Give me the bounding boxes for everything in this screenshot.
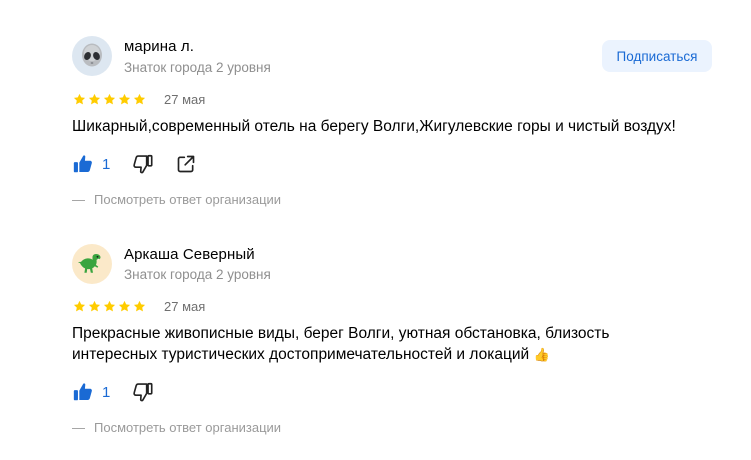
star-icon bbox=[73, 93, 86, 105]
rating-stars bbox=[73, 93, 146, 106]
star-icon bbox=[118, 300, 131, 312]
review-date: 27 мая bbox=[164, 92, 206, 107]
star-icon bbox=[88, 93, 101, 105]
star-icon bbox=[133, 93, 146, 105]
star-icon bbox=[103, 93, 116, 105]
author-level: Знаток города 2 уровня bbox=[124, 60, 271, 75]
thumbs-down-icon bbox=[133, 154, 153, 174]
review-actions: 1 bbox=[72, 153, 196, 175]
dash-divider: — bbox=[72, 192, 85, 207]
author-name[interactable]: марина л. bbox=[124, 38, 194, 55]
avatar[interactable] bbox=[72, 244, 112, 284]
share-icon bbox=[178, 155, 195, 173]
org-reply-link[interactable]: — Посмотреть ответ организации bbox=[72, 420, 281, 435]
star-icon bbox=[133, 300, 146, 312]
star-icon bbox=[73, 300, 86, 312]
review-text-body: Прекрасные живописные виды, берег Волги,… bbox=[72, 325, 610, 363]
share-button[interactable] bbox=[176, 154, 196, 174]
star-icon bbox=[103, 300, 116, 312]
like-count: 1 bbox=[102, 155, 111, 173]
avatar[interactable] bbox=[72, 36, 112, 76]
review-text: Прекрасные живописные виды, берег Волги,… bbox=[72, 323, 672, 365]
like-button[interactable]: 1 bbox=[72, 153, 110, 175]
thumbs-up-icon bbox=[73, 155, 92, 173]
subscribe-button[interactable]: Подписаться bbox=[602, 40, 712, 72]
dislike-button[interactable] bbox=[132, 153, 154, 175]
org-reply-link[interactable]: — Посмотреть ответ организации bbox=[72, 192, 281, 207]
review-date: 27 мая bbox=[164, 299, 206, 314]
dash-divider: — bbox=[72, 420, 85, 435]
review-text: Шикарный,современный отель на берегу Вол… bbox=[72, 118, 676, 135]
thumbs-down-icon bbox=[133, 382, 153, 402]
thumbs-up-icon bbox=[73, 383, 92, 401]
dinosaur-icon bbox=[78, 254, 101, 273]
alien-icon bbox=[82, 43, 102, 67]
thumbs-up-emoji: 👍 bbox=[533, 347, 550, 362]
star-icon bbox=[118, 93, 131, 105]
org-reply-label: Посмотреть ответ организации bbox=[94, 192, 282, 207]
author-level: Знаток города 2 уровня bbox=[124, 267, 271, 282]
dislike-button[interactable] bbox=[132, 381, 154, 403]
rating-stars bbox=[73, 300, 146, 313]
author-name[interactable]: Аркаша Северный bbox=[124, 246, 255, 263]
star-icon bbox=[88, 300, 101, 312]
org-reply-label: Посмотреть ответ организации bbox=[94, 420, 282, 435]
like-button[interactable]: 1 bbox=[72, 381, 110, 403]
review-actions: 1 bbox=[72, 381, 154, 403]
like-count: 1 bbox=[102, 383, 111, 401]
